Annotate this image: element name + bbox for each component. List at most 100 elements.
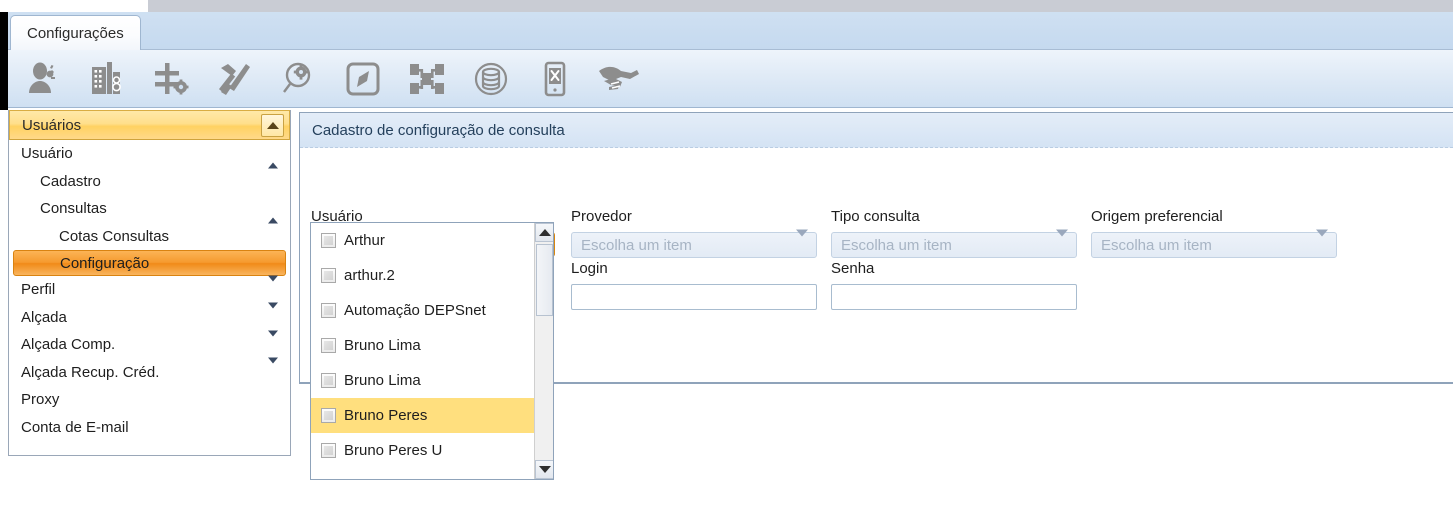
sidebar-item-label: Usuário: [21, 145, 73, 163]
dropdown-option-label: Bruno Peres U: [344, 442, 443, 459]
sidebar-group-label: Usuários: [22, 116, 82, 134]
sidebar-item-usuario[interactable]: Usuário: [9, 140, 290, 169]
building-icon: [87, 59, 127, 99]
dropdown-option[interactable]: arthur.2: [311, 258, 536, 293]
tab-configuracoes[interactable]: Configurações: [10, 15, 141, 51]
chevron-down-icon[interactable]: [268, 275, 278, 299]
dropdown-option-label: Arthur: [344, 232, 385, 249]
sidebar-item-label: Alçada Recup. Créd.: [21, 363, 160, 381]
dropdown-option[interactable]: Bruno Lima: [311, 328, 536, 363]
database-icon: [471, 59, 511, 99]
tipo-consulta-select-value: Escolha um item: [841, 236, 952, 254]
handshake-icon: [597, 59, 641, 99]
sidebar-item-consultas[interactable]: Consultas: [9, 195, 290, 224]
toolbar-usuarios-button[interactable]: [16, 55, 70, 103]
checkbox-icon[interactable]: [321, 408, 336, 423]
dropdown-option[interactable]: Arthur: [311, 223, 536, 258]
checkbox-icon[interactable]: [321, 233, 336, 248]
scroll-down-arrow-icon[interactable]: [535, 460, 553, 479]
sidebar-item-configuracao[interactable]: Configuração: [13, 250, 286, 276]
application-window: Configurações Usuários Usuário Cadastro …: [0, 0, 1453, 527]
currency-gear-icon: [151, 59, 191, 99]
toolbar-empresas-button[interactable]: [80, 55, 134, 103]
scroll-up-arrow-icon[interactable]: [535, 223, 553, 242]
tipo-consulta-select[interactable]: Escolha um item: [831, 229, 1077, 258]
sidebar-item-label: Perfil: [21, 281, 56, 299]
sidebar-item-perfil[interactable]: Perfil: [9, 275, 290, 304]
sidebar-item-cadastro[interactable]: Cadastro: [9, 168, 290, 196]
dropdown-option-label: Bruno Peres: [344, 407, 428, 424]
chevron-down-icon[interactable]: [268, 302, 278, 326]
sidebar-item-proxy[interactable]: Proxy: [9, 386, 290, 414]
dropdown-option-label: Automação DEPSnet: [344, 302, 486, 319]
dropdown-option[interactable]: Bruno Peres U: [311, 433, 536, 468]
sidebar-item-alcada-comp[interactable]: Alçada Comp.: [9, 330, 290, 359]
chevron-down-icon: [1056, 229, 1068, 254]
provedor-select[interactable]: Escolha um item: [571, 229, 817, 258]
dropdown-options: Arthur arthur.2 Automação DEPSnet Bruno Lim…: [311, 223, 536, 468]
chevron-down-icon: [796, 229, 808, 254]
checkbox-icon[interactable]: [321, 373, 336, 388]
label-provedor: Provedor: [571, 208, 632, 225]
chevron-up-icon[interactable]: [268, 145, 278, 169]
checkbox-icon[interactable]: [321, 303, 336, 318]
user-config-icon: [23, 59, 63, 99]
checkbox-icon[interactable]: [321, 443, 336, 458]
sidebar-item-label: Consultas: [40, 200, 107, 218]
dropdown-option[interactable]: Automação DEPSnet: [311, 293, 536, 328]
dropdown-option[interactable]: Bruno Lima: [311, 363, 536, 398]
tab-label: Configurações: [27, 25, 124, 42]
sidebar-item-label: Cotas Consultas: [59, 227, 170, 245]
chevron-up-icon[interactable]: [268, 200, 278, 224]
toolbar-fluxo-button[interactable]: [400, 55, 454, 103]
magnifier-gear-icon: [279, 59, 319, 99]
toolbar-parcerias-button[interactable]: [592, 55, 646, 103]
sidebar-item-cotas-consultas[interactable]: Cotas Consultas: [9, 223, 290, 251]
sidebar-item-label: Alçada Comp.: [21, 336, 116, 354]
toolbar-consultas-button[interactable]: [272, 55, 326, 103]
dropdown-option-label: Bruno Lima: [344, 372, 421, 389]
main-toolbar: [0, 50, 1453, 108]
label-tipo-consulta: Tipo consulta: [831, 208, 920, 225]
chevron-down-icon[interactable]: [268, 330, 278, 354]
sidebar-item-conta-de-e-mail[interactable]: Conta de E-mail: [9, 414, 290, 442]
label-origem-preferencial: Origem preferencial: [1091, 208, 1223, 225]
dropdown-option-label: Bruno Lima: [344, 337, 421, 354]
sidebar-group-usuarios[interactable]: Usuários: [9, 110, 290, 140]
mobile-tools-icon: [535, 59, 575, 99]
sidebar-item-label: Conta de E-mail: [21, 418, 129, 436]
label-senha: Senha: [831, 260, 875, 277]
dropdown-scrollbar[interactable]: [534, 223, 553, 479]
workflow-documents-icon: [407, 59, 447, 99]
sidebar-item-alcada[interactable]: Alçada: [9, 302, 290, 332]
toolbar-mobile-button[interactable]: [528, 55, 582, 103]
provedor-select-value: Escolha um item: [581, 236, 692, 254]
origem-preferencial-select[interactable]: Escolha um item: [1091, 229, 1337, 258]
sidebar-item-list: Usuário Cadastro Consultas Cotas Consultas C…: [9, 140, 290, 441]
toolbar-financeiro-button[interactable]: [144, 55, 198, 103]
usuario-dropdown-list[interactable]: Arthur arthur.2 Automação DEPSnet Bruno Lim…: [310, 222, 554, 480]
chevron-up-icon[interactable]: [261, 114, 284, 137]
checkbox-icon[interactable]: [321, 338, 336, 353]
label-login: Login: [571, 260, 608, 277]
dropdown-option[interactable]: Bruno Peres: [311, 398, 536, 433]
dropdown-option-label: arthur.2: [344, 267, 395, 284]
toolbar-navegacao-button[interactable]: [336, 55, 390, 103]
sidebar-item-label: Cadastro: [40, 172, 101, 190]
senha-input[interactable]: [831, 284, 1077, 310]
sidebar-item-label: Alçada: [21, 308, 67, 326]
hammer-wrench-icon: [215, 59, 255, 99]
toolbar-banco-dados-button[interactable]: [464, 55, 518, 103]
compass-icon: [343, 59, 383, 99]
toolbar-ferramentas-button[interactable]: [208, 55, 262, 103]
scrollbar-thumb[interactable]: [536, 244, 553, 316]
chevron-down-icon: [1316, 229, 1328, 254]
checkbox-icon[interactable]: [321, 268, 336, 283]
panel-title-text: Cadastro de configuração de consulta: [312, 121, 565, 139]
navigation-sidebar: Usuários Usuário Cadastro Consultas Cotas C…: [8, 110, 291, 456]
sidebar-item-alcada-recup-cred[interactable]: Alçada Recup. Créd.: [9, 357, 290, 387]
login-input[interactable]: [571, 284, 817, 310]
chevron-down-icon[interactable]: [268, 357, 278, 381]
sidebar-item-label: Proxy: [21, 391, 60, 409]
parent-window-titlebar: [148, 0, 1453, 12]
